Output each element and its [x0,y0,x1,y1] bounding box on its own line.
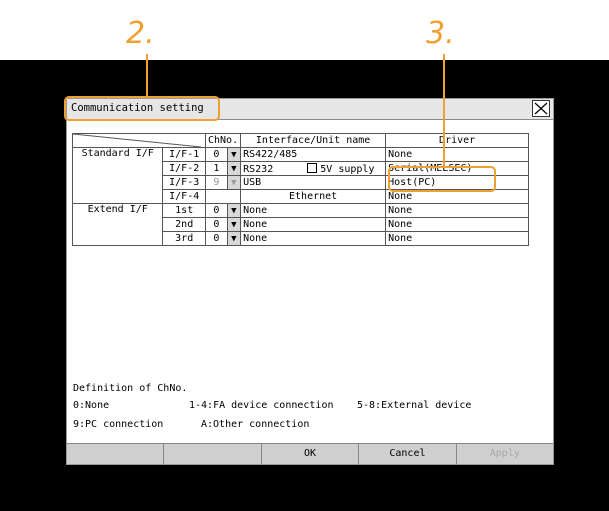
interface-name[interactable]: USB [240,175,387,190]
ch-dropdown-arrow[interactable]: ▼ [226,231,242,246]
ch-dropdown-arrow[interactable]: ▼ [226,147,242,162]
callout-3: 3. [426,16,455,51]
legend-other-connection: A:Other connection [201,419,310,430]
ch-value: 9 [205,175,228,190]
ch-value: 0 [205,203,228,218]
callout-2: 2. [126,16,155,51]
interface-name[interactable]: None [240,203,387,218]
interface-name: RS232 [243,163,274,175]
legend-fa-device: 1-4:FA device connection [189,400,334,411]
title-highlight-box [64,96,220,121]
apply-button: Apply [489,448,520,459]
driver-name[interactable]: None [385,203,530,218]
header-driver: Driver [385,133,530,148]
blank-button-1 [67,444,165,464]
ch-dropdown-arrow[interactable]: ▼ [226,203,242,218]
ch-value: 0 [205,147,228,162]
interface-name[interactable]: None [240,217,387,232]
ch-value [204,189,242,204]
communication-setting-dialog: Communication setting ChNo. Interface/Un… [66,98,554,465]
cancel-button[interactable]: Cancel [359,444,457,464]
blank-button-2 [164,444,262,464]
ch-dropdown-arrow[interactable]: ▼ [226,161,242,176]
port-label: 2nd [162,217,206,232]
driver-highlight-box [388,166,496,192]
ok-button[interactable]: OK [262,444,360,464]
port-label: I/F-2 [162,161,206,176]
header-interface: Interface/Unit name [240,133,387,148]
corner-cell [72,133,206,148]
interface-name-cell[interactable]: RS232 5V supply [240,161,387,176]
legend-pc-connection: 9:PC connection [73,419,164,430]
button-bar: OK Cancel Apply [67,443,553,464]
interface-name[interactable]: Ethernet [240,189,387,204]
supply-label: 5V supply [320,163,375,175]
driver-name[interactable]: None [385,217,530,232]
driver-name[interactable]: None [385,231,530,246]
port-label: I/F-1 [162,147,206,162]
diagonal-line [73,134,201,147]
legend-heading: Definition of ChNo. [73,383,188,394]
callout-3-leader [443,54,445,166]
ch-value: 0 [205,217,228,232]
interface-name[interactable]: None [240,231,387,246]
close-icon [534,102,548,115]
ch-dropdown-arrow: ▼ [226,175,242,190]
port-label: I/F-4 [162,189,206,204]
ch-dropdown-arrow[interactable]: ▼ [226,217,242,232]
interface-name[interactable]: RS422/485 [240,147,387,162]
ch-value: 0 [205,231,228,246]
close-button[interactable] [532,100,550,117]
port-label: 3rd [162,231,206,246]
port-label: 1st [162,203,206,218]
legend-external-device: 5-8:External device [357,400,472,411]
callout-2-leader [146,54,148,96]
legend-none: 0:None [73,400,110,411]
group-standard: Standard I/F [71,147,164,204]
group-extend: Extend I/F [71,203,164,246]
header-chno: ChNo. [204,133,242,148]
port-label: I/F-3 [162,175,206,190]
supply-checkbox[interactable] [307,162,318,173]
ch-value: 1 [205,161,228,176]
driver-name[interactable]: None [385,147,530,162]
